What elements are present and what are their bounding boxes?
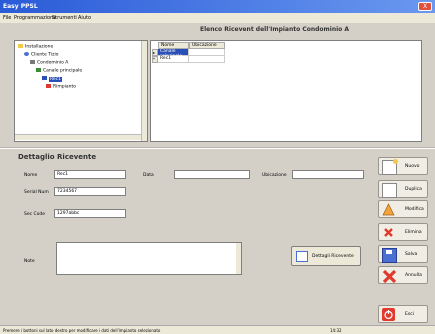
detail-title: Dettaglio Ricevente — [18, 153, 97, 161]
power-icon — [382, 308, 395, 321]
nome-field[interactable]: Rec1 — [54, 170, 126, 179]
tree-node-condominio[interactable]: Condominio A — [30, 60, 68, 66]
data-field[interactable] — [174, 170, 250, 179]
installation-tree[interactable]: Installazione Cliente Tizio Condominio A… — [14, 40, 148, 142]
receiver-icon — [42, 76, 47, 80]
tree-node-rec1[interactable]: Rec1 — [42, 76, 63, 82]
menu-aiuto[interactable]: Aiuto — [78, 15, 91, 21]
warning-icon — [382, 203, 395, 216]
sec-code-label: Sec Code — [24, 212, 46, 217]
serial-field[interactable]: 7234567 — [54, 187, 126, 196]
tree-vertical-scrollbar[interactable] — [141, 41, 147, 141]
ubicazione-field[interactable] — [292, 170, 364, 179]
title-bar: Easy PPSL — [0, 0, 435, 13]
menu-programmazione[interactable]: Programmazione — [14, 15, 56, 21]
tree-node-canale[interactable]: Canale principale — [36, 68, 82, 74]
tree-node-rimpianto[interactable]: Rimpianto — [46, 84, 76, 90]
duplica-button[interactable]: Duplica — [378, 180, 428, 198]
menu-strumenti[interactable]: Strumenti — [52, 15, 77, 21]
new-document-icon — [382, 159, 398, 175]
dettagli-ricevente-button[interactable]: Dettagli Ricevente — [291, 246, 361, 266]
status-message: Premere i bottoni sul lato destro per mo… — [3, 328, 161, 333]
cancel-icon — [382, 269, 397, 284]
esci-button[interactable]: Esci — [378, 305, 428, 323]
folder-icon — [18, 44, 23, 48]
person-icon — [24, 52, 29, 56]
section-divider — [0, 147, 435, 149]
table-row-cell[interactable] — [189, 56, 225, 63]
grid-heading: Elenco Ricevent dell'Impianto Condominio… — [200, 26, 350, 33]
receivers-grid[interactable]: Nome Ubicazione ▸ Canale principale * Re… — [150, 40, 422, 142]
details-icon — [296, 251, 308, 262]
tree-node-installazione[interactable]: Installazione — [18, 44, 53, 50]
table-row-cell[interactable]: Canale principale — [158, 49, 189, 59]
tree-node-cliente[interactable]: Cliente Tizio — [24, 52, 58, 58]
nuovo-button[interactable]: Nuovo — [378, 157, 428, 175]
window-title: Easy PPSL — [3, 3, 38, 10]
column-header-nome[interactable]: Nome — [158, 42, 189, 49]
table-row-cell[interactable]: Rec1 — [158, 56, 189, 63]
table-row-cell[interactable] — [189, 49, 225, 56]
channel-icon — [36, 68, 41, 72]
column-header-ubicazione[interactable]: Ubicazione — [189, 42, 225, 49]
delete-icon — [382, 226, 395, 239]
dettagli-ricevente-label: Dettagli Ricevente — [312, 254, 354, 259]
menu-file[interactable]: File — [3, 15, 11, 21]
sec-code-field[interactable]: 1297abbc — [54, 209, 126, 218]
serial-label: Serial Num — [24, 190, 49, 195]
elimina-button[interactable]: Elimina — [378, 223, 428, 241]
save-icon — [382, 248, 397, 263]
status-right: 14:32 — [330, 328, 342, 333]
modifica-button[interactable]: Modifica — [378, 200, 428, 218]
building-icon — [30, 60, 35, 64]
annulla-button[interactable]: Annulla — [378, 266, 428, 284]
data-label: Data — [143, 173, 154, 178]
nome-label: Nome — [24, 173, 38, 178]
note-label: Note — [24, 259, 35, 264]
salva-button[interactable]: Salva — [378, 245, 428, 263]
note-scrollbar[interactable] — [236, 243, 241, 274]
status-bar: Premere i bottoni sul lato destro per mo… — [0, 325, 435, 334]
close-window-button[interactable]: X — [418, 2, 432, 11]
tree-horizontal-scrollbar[interactable] — [15, 134, 141, 140]
note-textarea[interactable] — [56, 242, 242, 275]
ubicazione-label: Ubicazione — [262, 173, 287, 178]
duplicate-icon — [382, 183, 397, 198]
menu-bar: File Programmazione Strumenti Aiuto — [0, 13, 435, 23]
calendar-icon — [46, 84, 51, 88]
